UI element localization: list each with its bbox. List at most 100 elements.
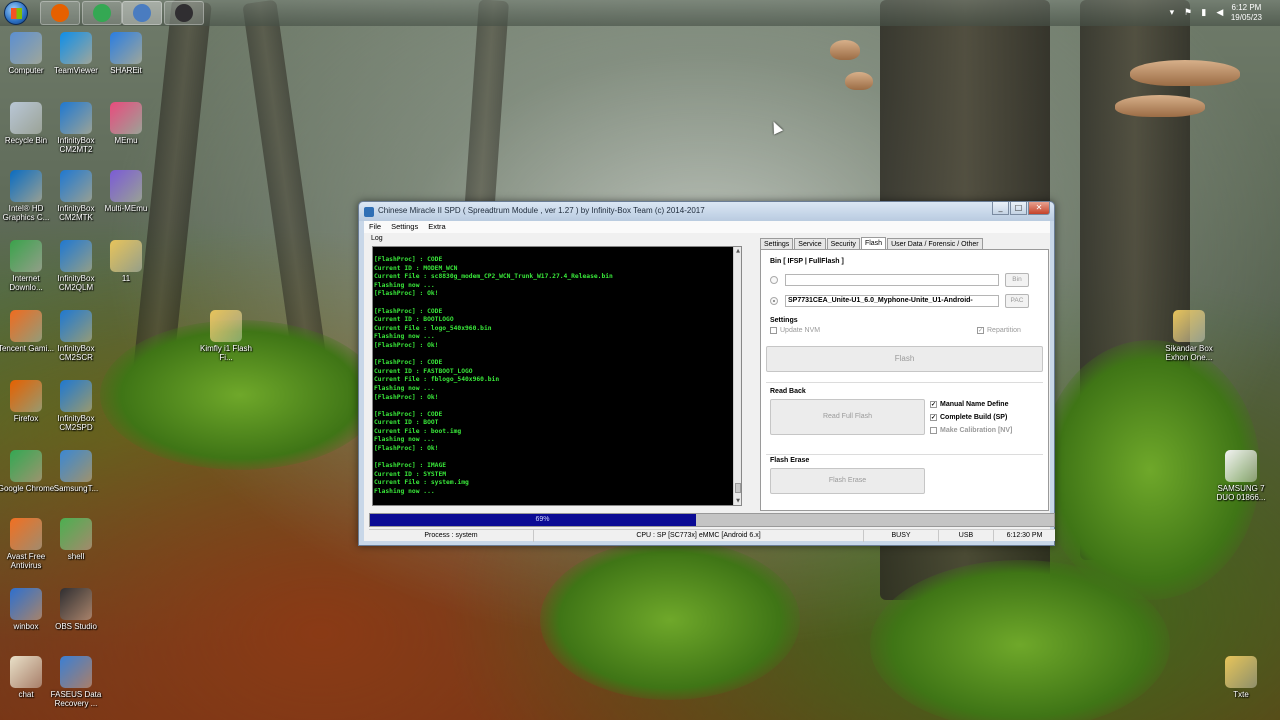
repartition-checkbox[interactable]: ✓ Repartition [977,327,1021,334]
clock[interactable]: 6:12 PM 19/05/23 [1231,3,1262,23]
desktop-icon[interactable]: FASEUS Data Recovery ... [45,656,107,708]
teamviewer-icon [60,32,92,64]
pac-button[interactable]: PAC [1005,294,1029,308]
log-console[interactable]: [FlashProc] : CODE Current ID : MODEM_WCN… [372,246,742,506]
windows-logo-icon [11,8,22,19]
erase-group-title: Flash Erase [770,457,810,464]
flag-icon[interactable]: ⚑ [1183,8,1193,18]
folder-icon [210,310,242,342]
bin-file-field[interactable] [785,274,999,286]
update-nvm-checkbox[interactable]: Update NVM [770,327,820,334]
manual-name-label: Manual Name Define [940,401,1009,408]
desktop-icon-label: Kimfly i1 Flash Fi... [199,344,252,362]
desktop-icon[interactable]: Sikandar Box Exhon One... [1158,310,1220,362]
infinitybox-icon [60,170,92,202]
bin-button[interactable]: Bin [1005,273,1029,287]
infinitybox-icon [60,380,92,412]
desktop-icon[interactable]: Txte [1210,656,1272,699]
desktop-icon[interactable]: OBS Studio [45,588,107,631]
infinitybox-icon [60,102,92,134]
log-label: Log [371,235,383,242]
taskbar-app-obs[interactable] [164,1,204,25]
desktop-icon-label: InfinityBox CM2SPD [57,414,95,432]
divider [766,382,1043,383]
desktop-icon-label: MEmu [114,136,138,145]
firefox-icon [10,380,42,412]
tab-service[interactable]: Service [794,238,826,249]
taskbar-app-spd[interactable] [122,1,162,25]
complete-build-label: Complete Build (SP) [940,414,1008,421]
desktop-icon[interactable]: SHAREit [95,32,157,75]
close-button[interactable]: ✕ [1028,202,1050,215]
desktop-icon[interactable]: SamsungT... [45,450,107,493]
folder-icon [1173,310,1205,342]
taskbar-app-chrome[interactable] [82,1,122,25]
desktop-icon[interactable]: Kimfly i1 Flash Fi... [195,310,257,362]
fungus [845,72,873,90]
scroll-up-icon[interactable]: ▲ [734,247,741,255]
progress-percent: 69% [535,516,550,523]
tray-expand-icon[interactable]: ▾ [1167,8,1177,18]
log-line: [FlashProc] : CODE [374,256,443,263]
tab-user-data[interactable]: User Data / Forensic / Other [887,238,983,249]
spd-icon [133,4,151,22]
log-line: [FlashProc] : Ok! [374,445,439,453]
checkbox-box: ✓ [930,414,937,421]
chrome-icon [93,4,111,22]
desktop-icon-label: 11 [121,274,131,283]
start-button[interactable] [4,1,28,25]
pac-file-field[interactable]: SP7731CEA_Unite-U1_6.0_Myphone-Unite_U1-… [785,295,999,307]
desktop-icon[interactable]: InfinityBox CM2SPD [45,380,107,432]
log-line: [FlashProc] : CODE [374,359,443,367]
status-process: Process : system [369,530,534,542]
folder-icon [110,240,142,272]
desktop-icon[interactable]: InfinityBox CM2SCR [45,310,107,362]
shell-icon [60,518,92,550]
desktop-icon[interactable]: Multi-MEmu [95,170,157,213]
mouse-cursor-icon [768,119,784,135]
bin-radio[interactable] [770,276,778,284]
status-cpu: CPU : SP [SC773x] eMMC [Android 6.x] [534,530,864,542]
menubar: File Settings Extra [364,221,1050,233]
tab-security[interactable]: Security [826,238,860,249]
log-line: Current ID : MODEM_WCN [374,264,458,272]
scroll-down-icon[interactable]: ▼ [734,497,741,505]
log-line: Flashing now ... [374,333,435,341]
tencent-icon [10,310,42,342]
desktop-icon[interactable]: 11 [95,240,157,283]
flash-erase-button[interactable]: Flash Erase [770,468,925,494]
taskbar-app-firefox[interactable] [40,1,80,25]
desktop-icon-label: OBS Studio [55,622,97,631]
menu-file[interactable]: File [369,221,381,233]
pac-radio[interactable] [770,297,778,305]
menu-extra[interactable]: Extra [428,221,446,233]
tab-flash[interactable]: Flash [860,237,887,249]
desktop-icon-label: Txte [1233,690,1249,699]
maximize-button[interactable]: □ [1010,202,1027,215]
complete-build-checkbox[interactable]: ✓ Complete Build (SP) [930,414,1007,421]
network-icon[interactable]: ▮ [1199,8,1209,18]
tab-settings[interactable]: Settings [760,238,794,249]
shareit-icon [110,32,142,64]
minimize-button[interactable]: _ [992,202,1009,215]
folder-icon [1225,656,1257,688]
desktop-icon[interactable]: SAMSUNG 7 DUO 01866... [1210,450,1272,502]
log-scrollbar[interactable]: ▲ ▼ [733,247,741,505]
read-full-flash-button[interactable]: Read Full Flash [770,399,925,435]
bin-group-title: Bin [ IFSP | FullFlash ] [770,258,844,265]
window-titlebar[interactable]: Chinese Miracle II SPD ( Spreadtrum Modu… [359,202,1054,221]
intel-icon [10,170,42,202]
volume-icon[interactable]: ◀ [1215,8,1225,18]
desktop-icon[interactable]: MEmu [95,102,157,145]
menu-settings[interactable]: Settings [391,221,418,233]
fungus [830,40,860,60]
make-calibration-label: Make Calibration [NV] [940,427,1013,434]
desktop-icon[interactable]: shell [45,518,107,561]
status-time: 6:12:30 PM [1006,532,1043,539]
divider [766,454,1043,455]
scroll-thumb[interactable] [735,483,741,493]
manual-name-checkbox[interactable]: ✓ Manual Name Define [930,401,1008,408]
make-calibration-checkbox[interactable]: Make Calibration [NV] [930,427,1012,434]
flash-button[interactable]: Flash [766,346,1043,372]
